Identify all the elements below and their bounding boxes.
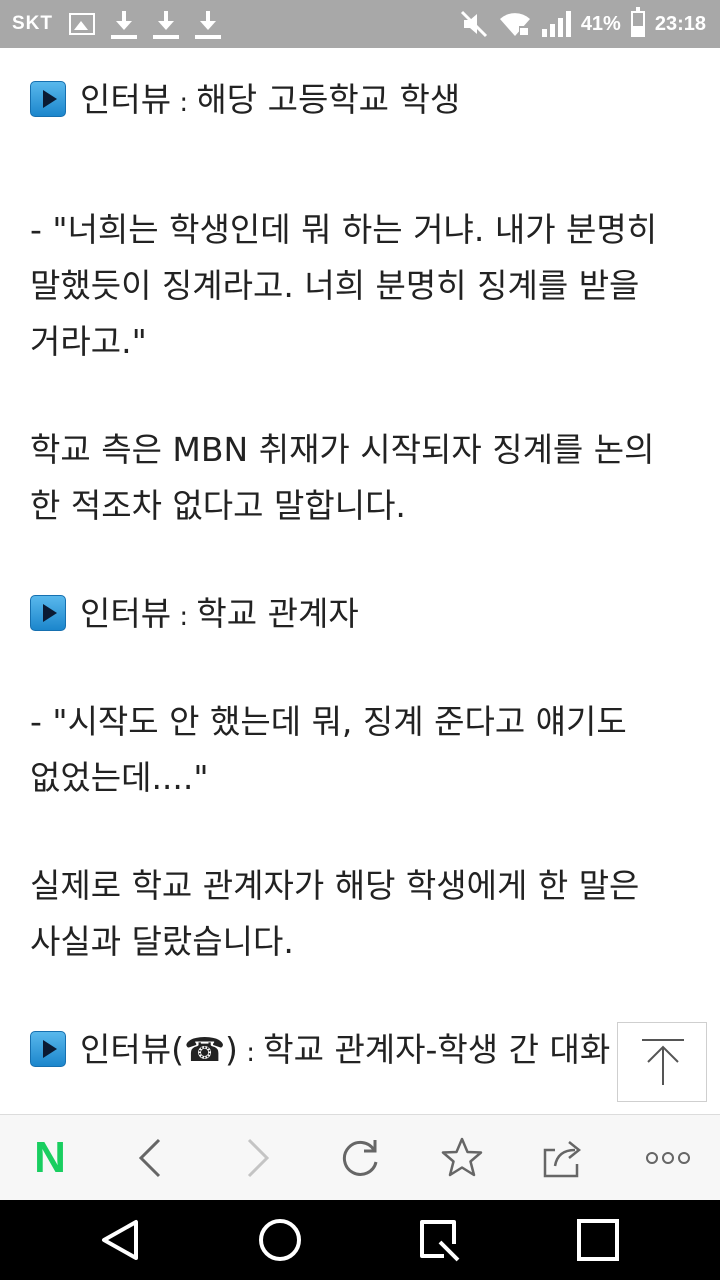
- interview-label: 인터뷰(☎): [80, 1030, 238, 1069]
- interview-heading: 인터뷰(☎) : 학교 관계자-학생 간 대화: [30, 1030, 610, 1073]
- article-text-line: 한 적조차 없다고 말합니다.: [30, 486, 406, 525]
- battery-icon: [630, 7, 645, 37]
- download-icon: [111, 9, 137, 39]
- label-separator: :: [237, 1038, 264, 1068]
- bookmark-button[interactable]: [412, 1115, 512, 1201]
- download-icon: [153, 9, 179, 39]
- signal-icon: [541, 11, 571, 37]
- article-text-line: 실제로 학교 관계자가 해당 학생에게 한 말은: [30, 866, 640, 905]
- nav-back-button[interactable]: [60, 1200, 180, 1280]
- article-text-line: - "시작도 안 했는데 뭐, 징계 준다고 얘기도: [30, 702, 627, 741]
- play-icon: [30, 1031, 66, 1067]
- recents-square-icon: [577, 1219, 619, 1261]
- nav-capture-button[interactable]: [378, 1200, 498, 1280]
- interview-heading: 인터뷰 : 학교 관계자: [30, 594, 359, 637]
- browser-toolbar: N: [0, 1114, 720, 1200]
- article-text-line: 거라고.": [30, 322, 147, 361]
- label-separator: :: [171, 88, 197, 118]
- scroll-to-top-button[interactable]: [617, 1022, 707, 1102]
- back-icon: [138, 1138, 161, 1178]
- naver-home-button[interactable]: N: [0, 1115, 100, 1201]
- star-icon: [441, 1137, 483, 1177]
- forward-icon: [247, 1138, 270, 1178]
- status-bar: SKT 41% 23:18: [0, 0, 720, 48]
- article-text-line: 없었는데....": [30, 758, 209, 797]
- wifi-icon: [499, 13, 530, 36]
- article-text-line: - "너희는 학생인데 뭐 하는 거냐. 내가 분명히: [30, 210, 658, 249]
- label-separator: :: [171, 602, 197, 632]
- naver-logo: N: [34, 1133, 66, 1182]
- system-nav-bar: [0, 1200, 720, 1280]
- interview-subject: 학교 관계자-학생 간 대화: [263, 1030, 611, 1069]
- capture-icon: [420, 1220, 460, 1262]
- clock: 23:18: [654, 12, 706, 35]
- share-button[interactable]: [514, 1115, 614, 1201]
- download-icon: [195, 9, 221, 39]
- article-text-line: 학교 측은 MBN 취재가 시작되자 징계를 논의: [30, 430, 655, 469]
- arrow-up-icon: [642, 1039, 684, 1085]
- image-icon: [69, 13, 95, 35]
- back-button[interactable]: [100, 1115, 200, 1201]
- refresh-button[interactable]: [310, 1115, 410, 1201]
- more-icon: [646, 1152, 690, 1164]
- interview-heading: 인터뷰 : 해당 고등학교 학생: [30, 80, 460, 123]
- article-text-line: 말했듯이 징계라고. 너희 분명히 징계를 받을: [30, 266, 640, 305]
- back-triangle-icon: [102, 1220, 138, 1260]
- interview-subject: 학교 관계자: [196, 594, 359, 633]
- interview-label: 인터뷰: [80, 594, 172, 633]
- nav-recents-button[interactable]: [538, 1200, 658, 1280]
- forward-button[interactable]: [208, 1115, 308, 1201]
- mute-icon: [460, 10, 487, 38]
- more-button[interactable]: [618, 1115, 718, 1201]
- carrier-label: SKT: [12, 13, 53, 34]
- play-icon: [30, 81, 66, 117]
- share-icon: [543, 1141, 582, 1178]
- home-circle-icon: [259, 1219, 301, 1261]
- interview-label: 인터뷰: [80, 80, 172, 119]
- article-text-line: 사실과 달랐습니다.: [30, 922, 294, 961]
- nav-home-button[interactable]: [220, 1200, 340, 1280]
- play-icon: [30, 595, 66, 631]
- interview-subject: 해당 고등학교 학생: [196, 80, 461, 119]
- battery-percent: 41%: [580, 12, 621, 35]
- refresh-icon: [342, 1140, 378, 1176]
